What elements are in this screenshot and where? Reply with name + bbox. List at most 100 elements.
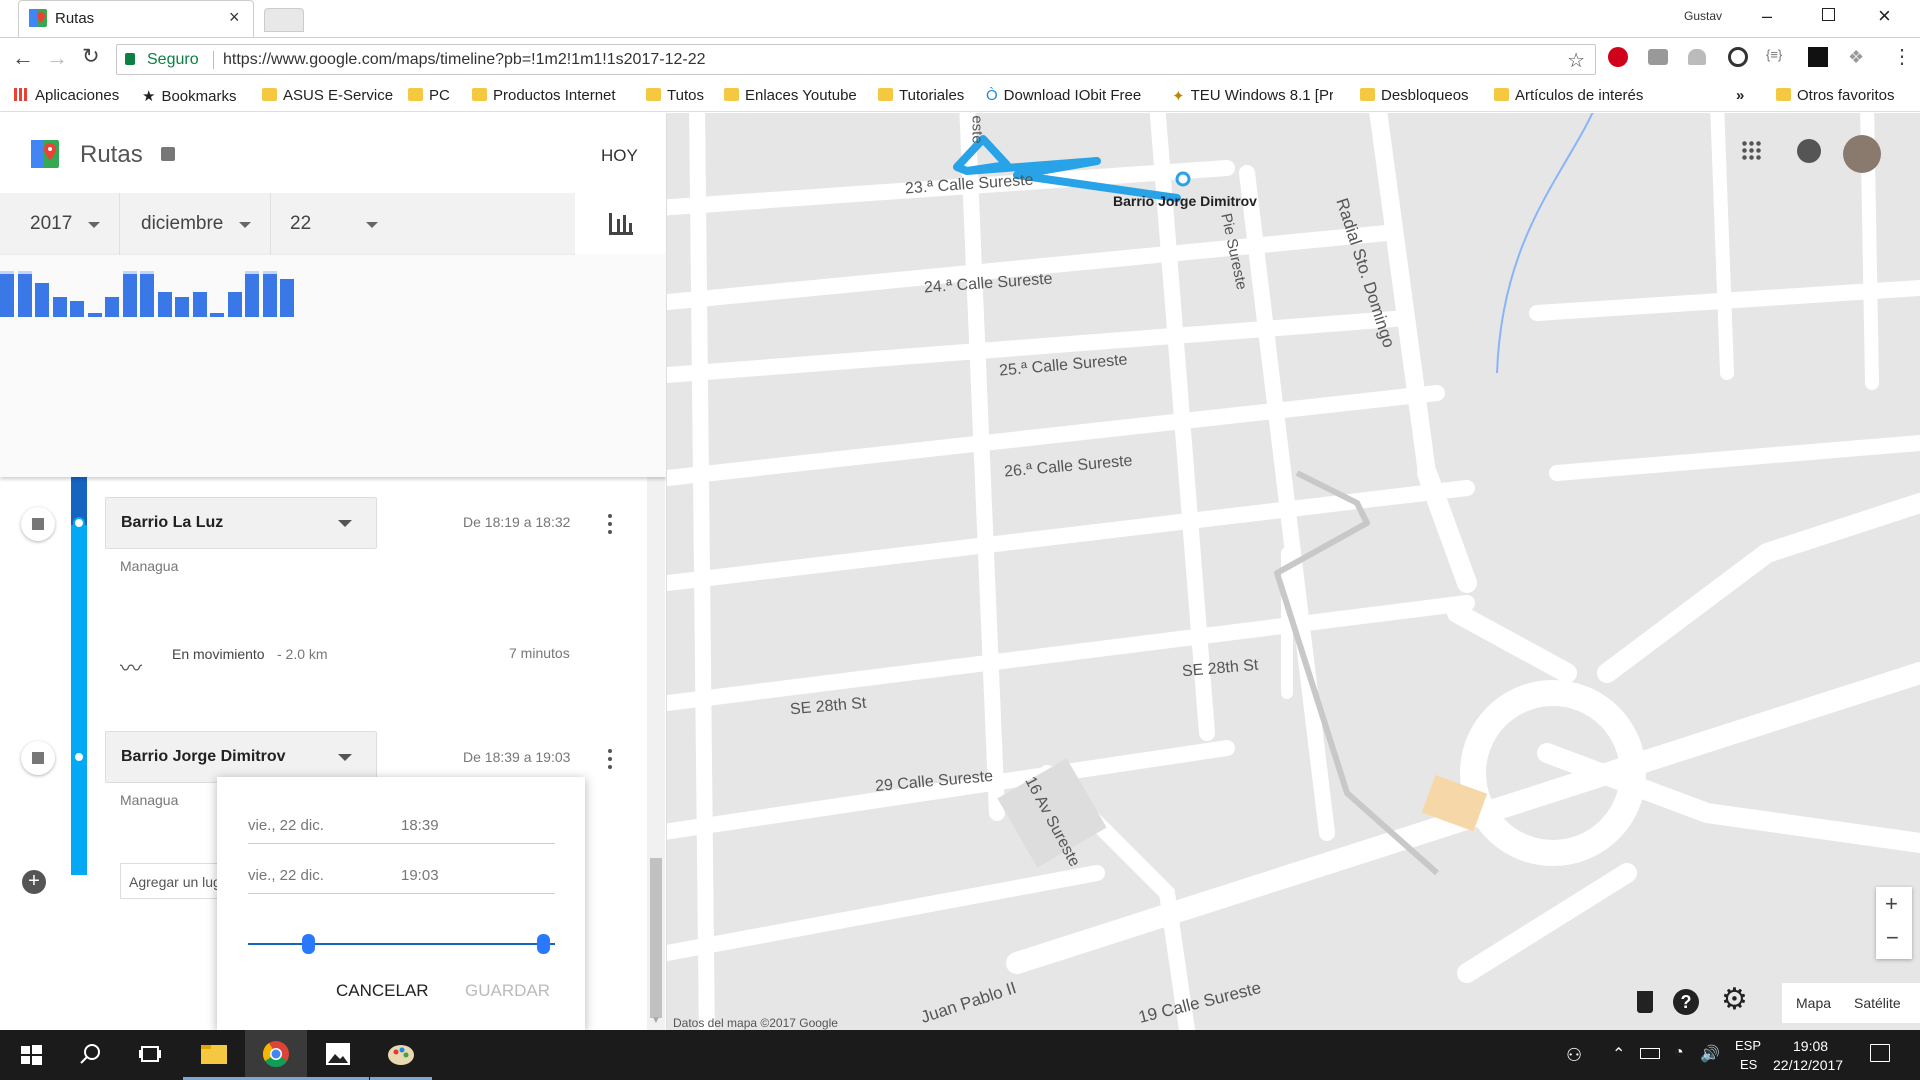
bookmark-folder[interactable]: Desbloqueos <box>1360 87 1469 104</box>
map-canvas[interactable]: 23.ª Calle Sureste 24.ª Calle Sureste 25… <box>667 113 1920 1030</box>
scroll-thumb[interactable] <box>650 858 662 1018</box>
bookmark-item[interactable]: ✦ TEU Windows 8.1 [Pr <box>1172 87 1333 105</box>
code-extension-icon[interactable]: {≡} <box>1766 47 1782 62</box>
map-pin-label[interactable]: Barrio Jorge Dimitrov <box>1113 193 1257 209</box>
bookmark-item[interactable]: Ò Download IObit Free <box>986 87 1146 104</box>
cancel-button[interactable]: CANCELAR <box>336 981 429 1001</box>
tray-chevron-up-icon[interactable]: ⌃ <box>1612 1044 1625 1064</box>
android-extension-icon[interactable] <box>1688 49 1706 65</box>
task-view-icon[interactable] <box>120 1030 182 1080</box>
histogram-bar[interactable] <box>210 312 224 317</box>
battery-icon[interactable] <box>1640 1048 1660 1059</box>
tab-rutas[interactable]: Rutas × <box>18 0 254 37</box>
bookmark-folder[interactable]: Otros favoritos <box>1776 87 1895 104</box>
histogram-bar[interactable] <box>35 283 49 317</box>
tab-close-icon[interactable]: × <box>229 7 240 28</box>
day-select[interactable]: 22 <box>272 193 392 255</box>
today-button[interactable]: HOY <box>601 146 638 166</box>
sync-extension-icon[interactable] <box>1728 47 1748 67</box>
histogram-bar[interactable] <box>227 292 242 317</box>
histogram-bar[interactable] <box>70 301 84 317</box>
profile-name[interactable]: Gustav <box>1684 9 1722 23</box>
bookmark-folder[interactable]: Enlaces Youtube <box>724 87 857 104</box>
year-select[interactable]: 2017 <box>0 193 120 255</box>
time-range-track[interactable] <box>248 943 555 945</box>
wifi-icon[interactable]: ◔ <box>1674 1044 1684 1062</box>
stats-button[interactable] <box>575 193 666 255</box>
histogram-bar[interactable] <box>157 292 172 317</box>
bookmark-folder[interactable]: Tutos <box>646 87 704 104</box>
volume-icon[interactable]: 🔊 <box>1700 1044 1720 1064</box>
start-time[interactable]: 18:39 <box>401 817 439 834</box>
end-time[interactable]: 19:03 <box>401 867 439 884</box>
apps-grid-icon[interactable] <box>1741 140 1761 160</box>
bookmark-folder[interactable]: Artículos de interés <box>1494 87 1643 104</box>
bookmark-item[interactable]: Aplicaciones <box>14 87 119 104</box>
windows-start-icon[interactable] <box>0 1030 62 1080</box>
minimize-icon[interactable]: – <box>1762 6 1772 27</box>
zoom-in-button[interactable]: + <box>1885 891 1898 917</box>
histogram-bar[interactable] <box>140 274 154 317</box>
color-extension-icon[interactable] <box>1808 47 1828 67</box>
month-select[interactable]: diciembre <box>121 193 271 255</box>
more-options-icon[interactable] <box>608 749 612 769</box>
bookmarks-overflow-icon[interactable]: » <box>1736 87 1744 104</box>
end-date[interactable]: vie., 22 dic. <box>248 867 324 884</box>
dropbox-extension-icon[interactable]: ❖ <box>1848 47 1864 68</box>
restore-icon[interactable] <box>1822 8 1835 21</box>
search-icon[interactable] <box>60 1030 122 1080</box>
bookmark-folder[interactable]: Tutoriales <box>878 87 964 104</box>
histogram-bar[interactable] <box>262 274 277 317</box>
histogram-bar[interactable] <box>52 296 67 317</box>
histogram-bar[interactable] <box>280 278 294 317</box>
settings-gear-icon[interactable]: ⚙ <box>1721 985 1748 1015</box>
add-place-icon[interactable]: + <box>22 870 46 894</box>
chrome-menu-icon[interactable]: ⋮ <box>1892 44 1912 69</box>
histogram-bar[interactable] <box>122 274 137 317</box>
bookmark-folder[interactable]: PC <box>408 87 450 104</box>
keyboard-layout[interactable]: ES <box>1740 1057 1757 1072</box>
range-start-handle[interactable] <box>302 934 315 954</box>
histogram-bar[interactable] <box>175 296 189 317</box>
reload-icon[interactable]: ↻ <box>82 44 100 69</box>
histogram-bar[interactable] <box>245 274 259 317</box>
bookmark-star-icon[interactable]: ☆ <box>1567 48 1585 73</box>
map-type-map-button[interactable]: Mapa <box>1796 995 1831 1011</box>
action-center-icon[interactable] <box>1870 1044 1890 1062</box>
file-explorer-icon[interactable] <box>183 1030 245 1080</box>
save-button[interactable]: GUARDAR <box>465 981 550 1001</box>
histogram-bar[interactable] <box>17 274 32 317</box>
zoom-out-button[interactable]: − <box>1886 925 1899 951</box>
place-dropdown[interactable]: Barrio Jorge Dimitrov <box>105 731 377 783</box>
clock-time[interactable]: 19:08 <box>1793 1038 1828 1054</box>
people-icon[interactable]: ⚇ <box>1566 1045 1582 1066</box>
start-date[interactable]: vie., 22 dic. <box>248 817 324 834</box>
help-icon[interactable]: ? <box>1673 989 1699 1015</box>
forward-icon[interactable]: → <box>46 45 68 71</box>
histogram-bar[interactable] <box>192 292 207 317</box>
map-type-satellite-button[interactable]: Satélite <box>1854 995 1901 1011</box>
bookmark-folder[interactable]: Productos Internet <box>472 87 616 104</box>
histogram-bar[interactable] <box>105 296 119 317</box>
histogram-bar[interactable] <box>0 274 14 317</box>
more-options-icon[interactable] <box>608 514 612 534</box>
address-bar[interactable]: Seguro https://www.google.com/maps/timel… <box>116 44 1596 75</box>
input-language[interactable]: ESP <box>1735 1038 1761 1053</box>
place-dropdown[interactable]: Barrio La Luz <box>105 497 377 549</box>
scroll-down-icon[interactable]: ▼ <box>651 1015 661 1026</box>
bookmark-folder[interactable]: ASUS E-Service <box>262 87 393 104</box>
avatar[interactable] <box>1843 135 1881 173</box>
histogram-bar[interactable] <box>87 312 102 317</box>
chrome-icon[interactable] <box>245 1030 307 1080</box>
bookmark-item[interactable]: ★ Bookmarks <box>142 87 236 105</box>
back-icon[interactable]: ← <box>12 45 34 71</box>
trash-icon[interactable] <box>1637 991 1653 1013</box>
camera-extension-icon[interactable] <box>1648 49 1668 65</box>
clock-date[interactable]: 22/12/2017 <box>1773 1057 1843 1073</box>
new-tab-button[interactable] <box>264 8 304 32</box>
notifications-icon[interactable] <box>1797 139 1821 163</box>
range-end-handle[interactable] <box>537 934 550 954</box>
paint-icon[interactable] <box>370 1030 432 1080</box>
photos-icon[interactable] <box>307 1030 369 1080</box>
close-window-icon[interactable]: × <box>1878 3 1891 29</box>
